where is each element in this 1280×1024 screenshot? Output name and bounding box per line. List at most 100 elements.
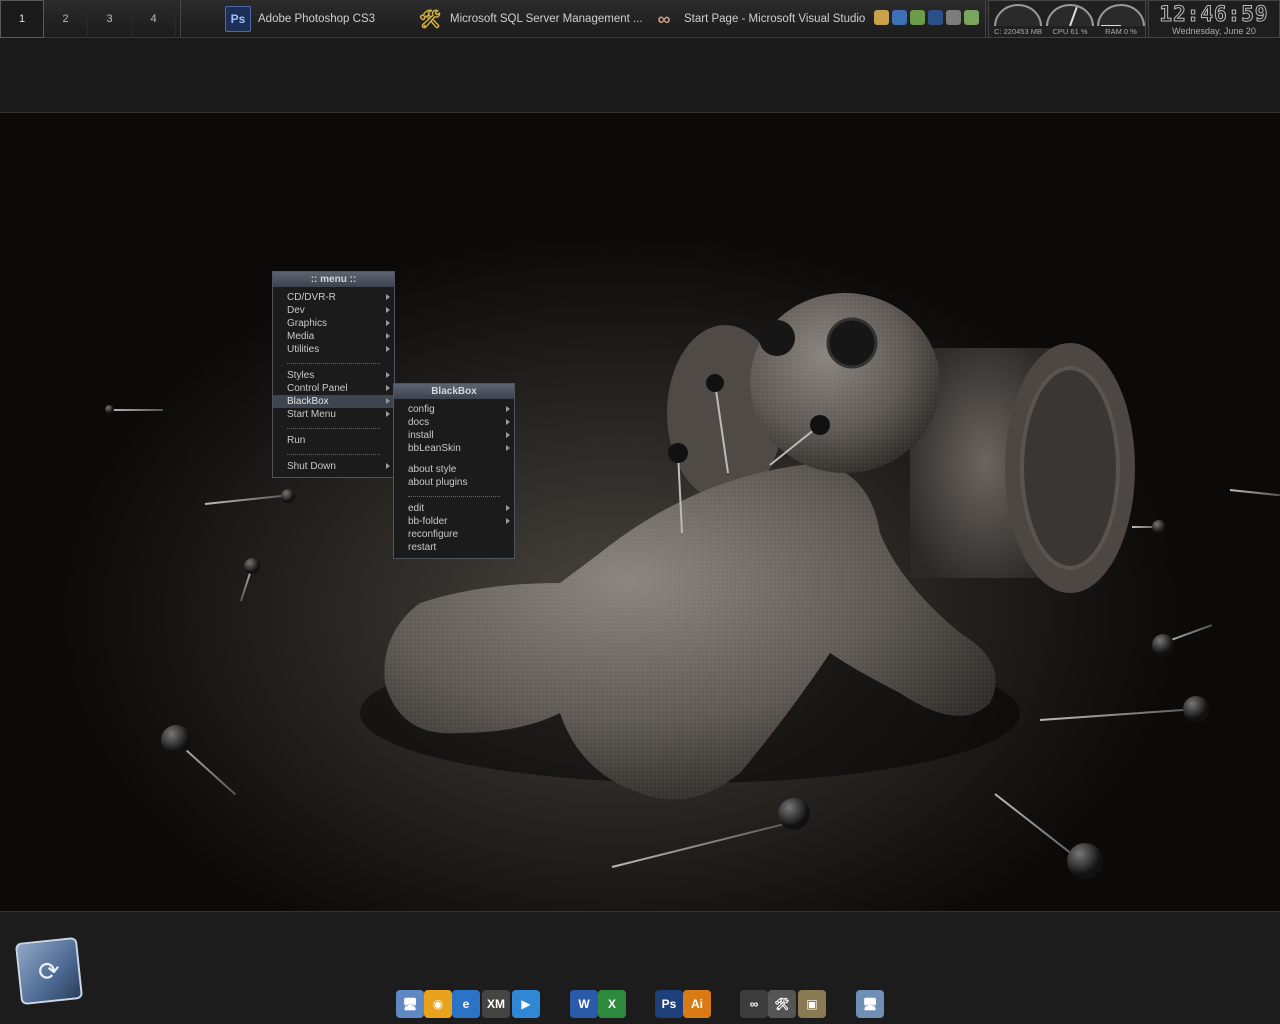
workspace-2-button[interactable]: 2 <box>44 0 88 38</box>
submenu-arrow-icon <box>386 294 390 300</box>
media-player-icon[interactable]: ▶ <box>512 990 540 1018</box>
desktop-wallpaper[interactable] <box>0 113 1280 911</box>
root-menu-item-styles[interactable]: Styles <box>273 369 394 382</box>
network-icon[interactable]: 🖥 <box>396 990 424 1018</box>
menu-gap <box>394 455 514 463</box>
task-photoshop[interactable]: Ps Adobe Photoshop CS3 <box>225 0 375 38</box>
ram-gauge-icon <box>1097 4 1145 26</box>
menu-item-label: BlackBox <box>287 396 329 407</box>
root-menu-item-graphics[interactable]: Graphics <box>273 317 394 330</box>
blackbox-menu-item-install[interactable]: install <box>394 429 514 442</box>
internet-explorer-icon[interactable]: e <box>452 990 480 1018</box>
tray-icon[interactable] <box>892 10 907 25</box>
submenu-arrow-icon <box>386 333 390 339</box>
workspace-1-button[interactable]: 1 <box>0 0 44 38</box>
desktop-top-band <box>0 38 1280 113</box>
submenu-arrow-icon <box>386 320 390 326</box>
tray-icon[interactable] <box>910 10 925 25</box>
disk-gauge-icon <box>994 4 1042 26</box>
photoshop-icon: Ps <box>225 6 251 32</box>
refresh-box-icon[interactable]: ⟳ <box>14 936 84 1006</box>
submenu-arrow-icon <box>506 518 510 524</box>
submenu-arrow-icon <box>386 372 390 378</box>
visual-studio-dock-icon[interactable]: ∞ <box>740 990 768 1018</box>
menu-separator <box>287 416 380 429</box>
root-menu-items: CD/DVR-R Dev Graphics Media Utilities Styles C… <box>273 287 394 477</box>
system-tray <box>874 10 979 25</box>
desktop-bottom-band <box>0 911 1280 1024</box>
excel-icon[interactable]: X <box>598 990 626 1018</box>
workspace-3-button[interactable]: 3 <box>88 0 132 38</box>
clock-date: Wednesday, June 20 <box>1172 26 1256 36</box>
submenu-arrow-icon <box>386 411 390 417</box>
menu-item-label: config <box>408 404 435 415</box>
workspace-4-button[interactable]: 4 <box>132 0 176 38</box>
submenu-arrow-icon <box>386 398 390 404</box>
menu-item-label: Control Panel <box>287 383 348 394</box>
cpu-gauge-icon <box>1046 4 1094 26</box>
tray-icon[interactable] <box>964 10 979 25</box>
visual-studio-icon: ∞ <box>657 8 671 29</box>
root-menu-title: :: menu :: <box>273 272 394 287</box>
menu-item-label: reconfigure <box>408 529 459 540</box>
submenu-arrow-icon <box>506 505 510 511</box>
menu-separator <box>287 351 380 364</box>
blackbox-menu-item-bbleanskin[interactable]: bbLeanSkin <box>394 442 514 455</box>
clock-time: 12:46:59 <box>1159 2 1269 27</box>
menu-item-label: bbLeanSkin <box>408 443 461 454</box>
submenu-arrow-icon <box>506 432 510 438</box>
root-menu-item-control-panel[interactable]: Control Panel <box>273 382 394 395</box>
submenu-arrow-icon <box>506 406 510 412</box>
root-menu: :: menu :: CD/DVR-R Dev Graphics Media Utili… <box>272 271 395 478</box>
menu-item-label: bb-folder <box>408 516 448 527</box>
tray-icon[interactable] <box>928 10 943 25</box>
explorer-dock-icon[interactable]: ▣ <box>798 990 826 1018</box>
task-label: Start Page - Microsoft Visual Studio <box>684 13 866 25</box>
task-sql-server[interactable]: 🛠 Microsoft SQL Server Management ... <box>417 0 643 38</box>
task-label: Microsoft SQL Server Management ... <box>450 13 643 25</box>
sql-server-icon: 🛠 <box>418 8 442 29</box>
aim-icon[interactable]: ◉ <box>424 990 452 1018</box>
sql-dock-icon[interactable]: 🛠 <box>768 990 796 1018</box>
root-menu-item-cd-dvr-r[interactable]: CD/DVR-R <box>273 291 394 304</box>
menu-item-label: restart <box>408 542 437 553</box>
submenu-arrow-icon <box>506 445 510 451</box>
illustrator-dock-icon[interactable]: Ai <box>683 990 711 1018</box>
system-monitor: C: 220453 MB CPU 61 % RAM 0 % <box>988 0 1146 38</box>
root-menu-item-blackbox[interactable]: BlackBox <box>273 395 394 408</box>
menu-item-label: docs <box>408 417 430 428</box>
menu-separator <box>287 442 380 455</box>
clock[interactable]: 12:46:59 Wednesday, June 20 <box>1148 0 1280 38</box>
tray-icon[interactable] <box>946 10 961 25</box>
blackbox-menu-item-docs[interactable]: docs <box>394 416 514 429</box>
menu-item-label: Styles <box>287 370 315 381</box>
submenu-arrow-icon <box>386 307 390 313</box>
photoshop-dock-icon[interactable]: Ps <box>655 990 683 1018</box>
submenu-arrow-icon <box>386 463 390 469</box>
menu-item-label: Media <box>287 331 315 342</box>
blackbox-menu-item-bb-folder[interactable]: bb-folder <box>394 515 514 528</box>
blackbox-submenu: BlackBox config docs install bbLeanSkin abou… <box>393 383 515 559</box>
disk-gauge-label: C: 220453 MB <box>994 27 1042 36</box>
task-label: Adobe Photoshop CS3 <box>258 13 376 25</box>
blackbox-menu-item-about-style[interactable]: about style <box>394 463 514 476</box>
blackbox-menu-item-config[interactable]: config <box>394 403 514 416</box>
remote-desktop-icon[interactable]: 🖥 <box>856 990 884 1018</box>
root-menu-item-dev[interactable]: Dev <box>273 304 394 317</box>
word-icon[interactable]: W <box>570 990 598 1018</box>
task-visual-studio[interactable]: ∞ Start Page - Microsoft Visual Studio <box>651 0 866 38</box>
menu-item-label: edit <box>408 503 425 514</box>
root-menu-item-shut-down[interactable]: Shut Down <box>273 460 394 473</box>
blackbox-menu-item-restart[interactable]: restart <box>394 541 514 554</box>
blackbox-menu-item-edit[interactable]: edit <box>394 502 514 515</box>
menu-item-label: Graphics <box>287 318 328 329</box>
tray-icon[interactable] <box>874 10 889 25</box>
root-menu-item-media[interactable]: Media <box>273 330 394 343</box>
menu-separator <box>408 484 500 497</box>
xmplay-icon[interactable]: XM <box>482 990 510 1018</box>
menu-item-label: Dev <box>287 305 305 316</box>
blackbox-menu-item-reconfigure[interactable]: reconfigure <box>394 528 514 541</box>
submenu-arrow-icon <box>386 385 390 391</box>
submenu-arrow-icon <box>506 419 510 425</box>
menu-item-label: CD/DVR-R <box>287 292 336 303</box>
